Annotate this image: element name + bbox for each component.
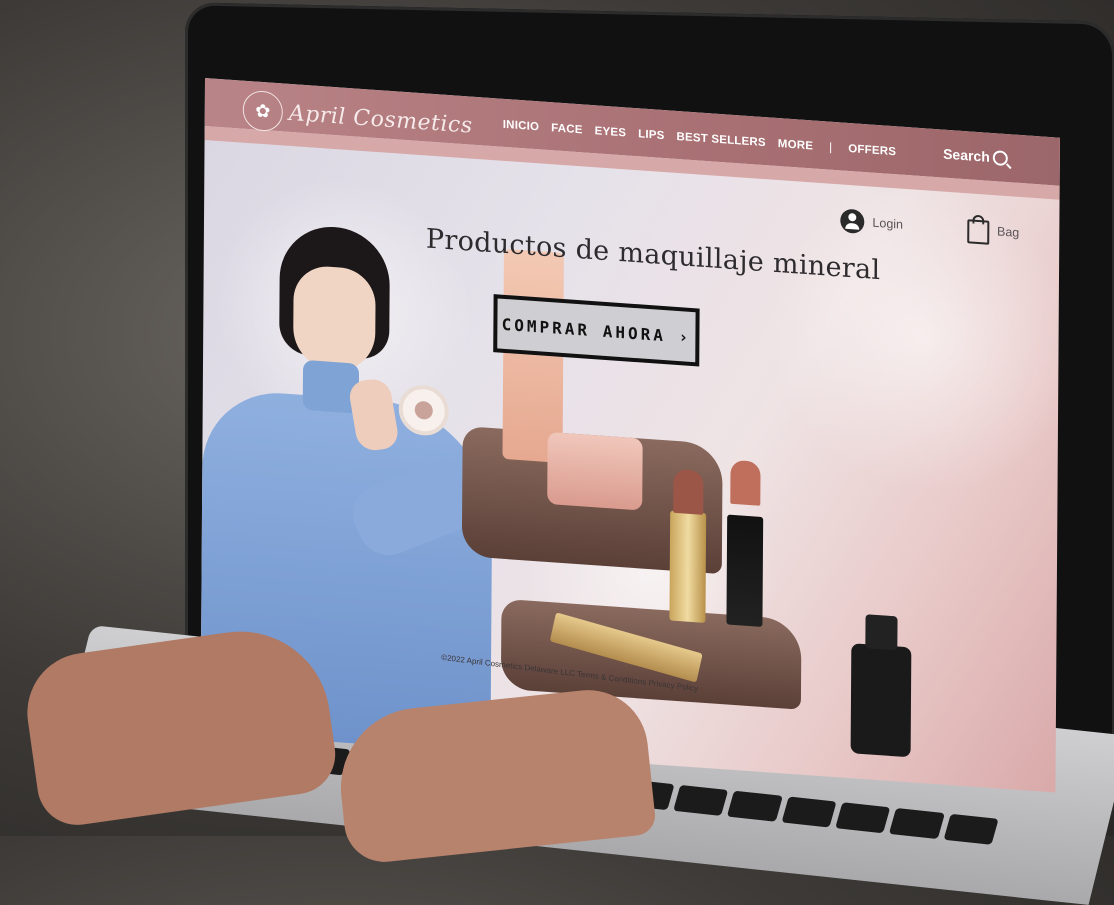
nav-item-face[interactable]: FACE [551, 122, 583, 136]
nav-item-eyes[interactable]: EYES [595, 125, 627, 139]
logo-text: April Cosmetics [288, 100, 473, 139]
bag-icon [966, 219, 990, 245]
search-icon [992, 149, 1008, 166]
bag-button[interactable]: Bag [966, 215, 1020, 247]
main-nav: INICIO FACE EYES LIPS BEST SELLERS MORE … [503, 119, 896, 158]
nav-item-lips[interactable]: LIPS [638, 128, 664, 142]
search-button[interactable]: Search [943, 146, 1008, 167]
bag-label: Bag [996, 224, 1020, 240]
lipstick-gold-image [669, 510, 707, 623]
lipstick-black-image [726, 514, 764, 627]
cream-jar-image [547, 431, 643, 511]
nav-separator: | [829, 141, 833, 154]
logo-emblem-icon: ✿ [242, 89, 283, 133]
nav-item-offers[interactable]: OFFERS [848, 143, 896, 158]
lipstick-tip [730, 459, 761, 506]
nav-item-more[interactable]: MORE [778, 138, 813, 152]
nav-item-best-sellers[interactable]: BEST SELLERS [676, 131, 765, 149]
spray-bottle-image [850, 643, 912, 758]
nav-item-inicio[interactable]: INICIO [503, 119, 539, 134]
logo[interactable]: ✿ April Cosmetics [242, 87, 473, 149]
search-label: Search [943, 145, 990, 165]
website-screen: ✿ April Cosmetics INICIO FACE EYES LIPS … [200, 78, 1060, 793]
lipstick-tip [673, 468, 704, 515]
user-icon [840, 208, 865, 235]
login-label: Login [872, 215, 904, 232]
login-button[interactable]: Login [840, 208, 903, 236]
